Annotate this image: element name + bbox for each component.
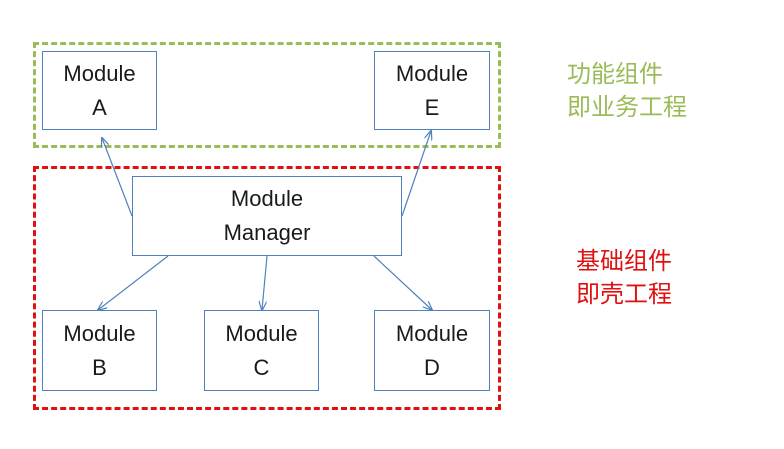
base-components-label: 基础组件 即壳工程 [576,245,672,311]
module-manager-label-line1: Module [230,186,304,211]
module-a-box: Module A [42,51,157,130]
functional-components-label: 功能组件 即业务工程 [567,58,687,124]
functional-label-line1: 功能组件 [567,60,663,88]
module-b-label-line2: B [92,354,107,380]
module-a-label-line2: A [92,94,107,120]
module-d-box: Module D [374,310,490,391]
module-manager-box: Module Manager [132,176,402,256]
base-label-line1: 基础组件 [576,247,672,275]
module-e-label-line1: Module [395,60,469,86]
functional-label-line2: 即业务工程 [567,93,687,121]
module-e-box: Module E [374,51,490,130]
module-e-label-line2: E [424,94,440,120]
module-c-box: Module C [204,310,319,391]
module-a-label-line1: Module [63,60,136,86]
module-c-label-line2: C [253,354,270,380]
module-c-label-line1: Module [225,320,298,346]
module-d-label-line2: D [424,354,440,380]
module-b-box: Module B [42,310,157,391]
base-label-line2: 即壳工程 [576,280,672,308]
module-d-label-line1: Module [395,320,469,346]
module-b-label-line1: Module [63,320,136,346]
module-manager-label-line2: Manager [223,220,311,245]
